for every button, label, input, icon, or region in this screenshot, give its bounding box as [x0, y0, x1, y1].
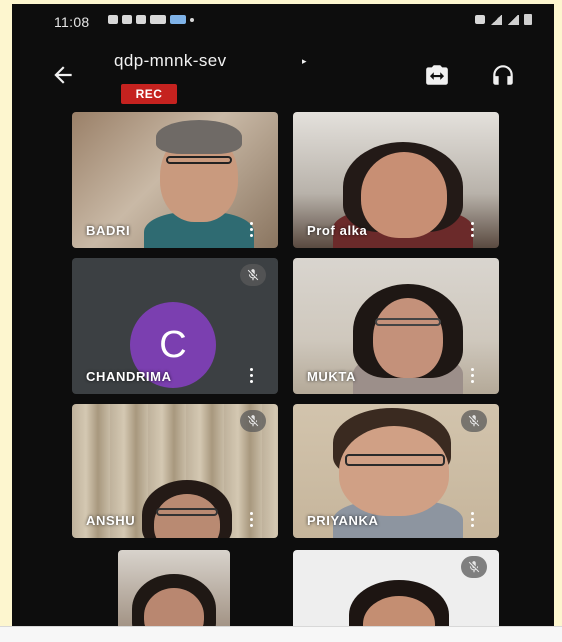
participant-tile-priyanka[interactable]: PRIYANKA [293, 404, 499, 538]
participant-glasses [166, 156, 232, 164]
signal-icon [490, 14, 502, 25]
message-icon [108, 15, 118, 24]
participant-tile-8[interactable] [293, 550, 499, 628]
bottom-strip [0, 626, 562, 642]
system-icons [475, 14, 532, 25]
participant-face [339, 426, 449, 516]
more-vert-icon[interactable] [250, 222, 254, 238]
participant-glasses [345, 454, 445, 466]
mail-icon [150, 15, 166, 24]
participant-tile-mukta[interactable]: MUKTA [293, 258, 499, 394]
cast-icon [136, 15, 146, 24]
participant-name: CHANDRIMA [86, 369, 172, 384]
participant-tile-anshu[interactable]: ANSHU [72, 404, 278, 538]
notification-icons [108, 15, 194, 24]
more-notifications-icon [190, 17, 194, 22]
participant-tile-7[interactable] [118, 550, 230, 628]
signal-2-icon [507, 14, 519, 25]
more-vert-icon[interactable] [471, 512, 475, 528]
headphones-icon[interactable] [490, 62, 516, 88]
participant-tile-badri[interactable]: BADRI [72, 112, 278, 248]
participant-name: PRIYANKA [307, 513, 379, 528]
more-vert-icon[interactable] [471, 368, 475, 384]
meeting-title[interactable]: qdp-mnnk-sev [114, 51, 227, 71]
mic-off-icon [240, 264, 266, 286]
participant-name: MUKTA [307, 369, 356, 384]
participant-name: BADRI [86, 223, 131, 238]
phone-screen: 11:08 qdp-mnnk-sev ▸ REC BADRI Prof alka… [12, 4, 554, 628]
recording-badge: REC [121, 84, 177, 104]
more-vert-icon[interactable] [250, 512, 254, 528]
more-vert-icon[interactable] [471, 222, 475, 238]
participant-name: Prof alka [307, 223, 368, 238]
participant-hair [156, 120, 242, 154]
switch-camera-icon[interactable] [424, 62, 450, 88]
mic-off-icon [240, 410, 266, 432]
participant-face [361, 152, 447, 238]
mic-off-icon [461, 410, 487, 432]
participant-glasses [375, 318, 441, 326]
more-vert-icon[interactable] [250, 368, 254, 384]
participant-name: ANSHU [86, 513, 136, 528]
participant-glasses [156, 508, 218, 516]
mic-off-icon [461, 556, 487, 578]
participant-tile-chandrima[interactable]: C CHANDRIMA [72, 258, 278, 394]
alarm-icon [475, 15, 485, 24]
status-time: 11:08 [54, 14, 90, 30]
image-icon [170, 15, 186, 24]
battery-icon [524, 14, 532, 25]
status-bar: 11:08 [12, 4, 554, 36]
back-arrow-icon[interactable] [50, 62, 76, 88]
title-caret-icon[interactable]: ▸ [302, 56, 307, 67]
participant-face [373, 298, 443, 378]
participant-tile-prof-alka[interactable]: Prof alka [293, 112, 499, 248]
whatsapp-icon [122, 15, 132, 24]
